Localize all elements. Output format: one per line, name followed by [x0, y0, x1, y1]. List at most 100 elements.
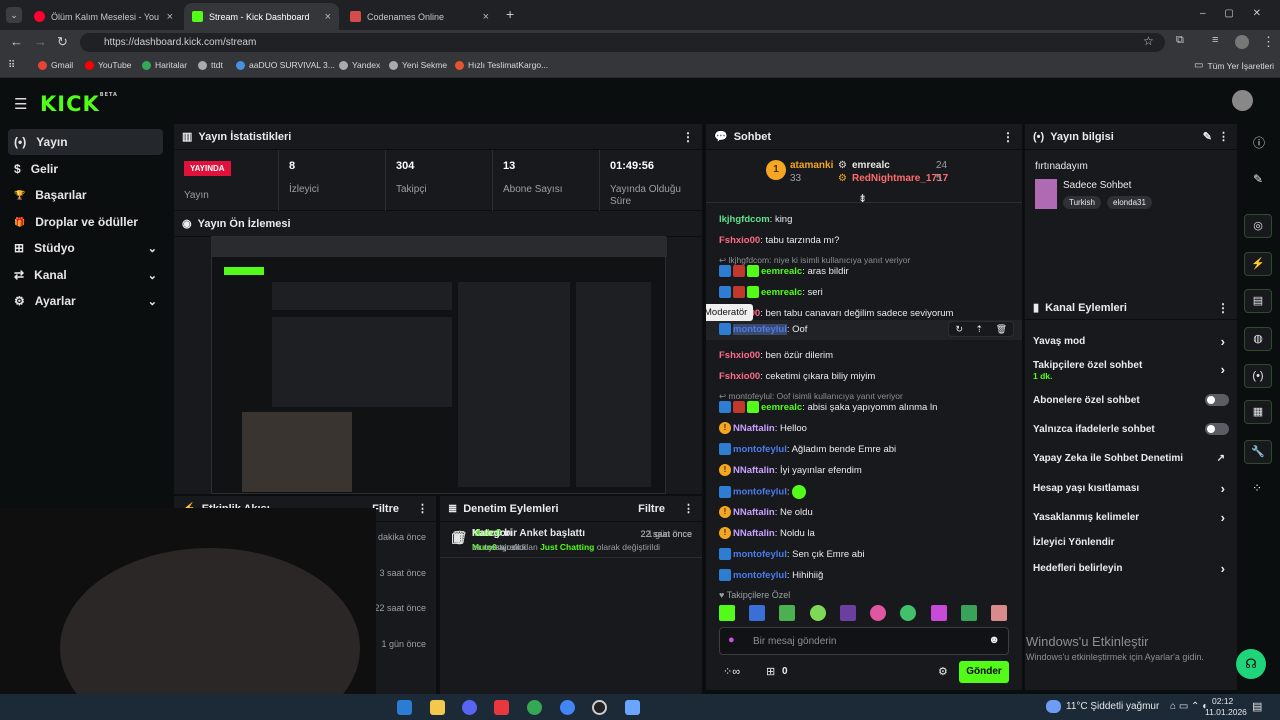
chat-username[interactable]: Fshxio00 [719, 235, 760, 246]
bookmark-newtab[interactable]: Yeni Sekme [389, 60, 447, 70]
chat-username[interactable]: Fshxio00 [719, 371, 760, 382]
hamburger-icon[interactable]: ☰ [14, 95, 27, 113]
tray-icons[interactable]: ⌂ ▭ ⌃ ◐ [1170, 701, 1208, 712]
sidebar-item-droplar[interactable]: 🎁 Droplar ve ödüller [8, 209, 163, 235]
emote-icon[interactable] [870, 605, 887, 621]
sidebar-item-kanal[interactable]: ⇄ Kanal ⌄ [8, 262, 163, 288]
all-bookmarks[interactable]: ▭ Tüm Yer İşaretleri [1194, 60, 1274, 71]
mod-badge-icon[interactable] [719, 323, 731, 336]
back-icon[interactable]: ← [10, 34, 23, 49]
bookmark-gmail[interactable]: Gmail [38, 60, 73, 70]
app-icon[interactable] [625, 700, 640, 715]
tab-search-button[interactable]: ⌄ [6, 7, 22, 23]
channel-row-emotes-only[interactable]: Yalnızca ifadelerle sohbet [1025, 415, 1237, 443]
bookmark-cargo[interactable]: Hızlı TeslimatKargo... [455, 60, 548, 70]
notification-icon[interactable]: ▤ [1252, 700, 1262, 713]
rail-button-bolt[interactable]: ⚡ [1244, 252, 1272, 276]
sidebar-item-studyo[interactable]: ⊞ Stüdyo ⌄ [8, 235, 163, 261]
emote-icon[interactable] [900, 605, 917, 621]
menu-icon[interactable]: ⋮ [1262, 34, 1275, 50]
reload-icon[interactable]: ↻ [57, 34, 68, 50]
weather-icon[interactable] [1046, 700, 1061, 713]
sidebar-item-yayin[interactable]: (•) Yayın [8, 129, 163, 155]
stream-preview-video[interactable] [211, 236, 667, 494]
tab-youtube[interactable]: Ölüm Kalım Meselesi - You × [26, 3, 181, 30]
chrome-icon[interactable] [560, 700, 575, 715]
send-button[interactable]: Gönder [959, 661, 1009, 683]
obs-icon[interactable] [592, 700, 607, 715]
chat-username[interactable]: NNaftalin [733, 423, 775, 434]
chat-username[interactable]: montofeylul [733, 570, 787, 581]
tab-codenames[interactable]: Codenames Online × [342, 3, 497, 30]
chat-input[interactable]: ● Bir mesaj gönderin ☻ [719, 627, 1009, 655]
sidebar-item-ayarlar[interactable]: ⚙ Ayarlar ⌄ [8, 288, 163, 314]
chat-username[interactable]: lkjhgfdcom [719, 214, 770, 225]
hovered-message[interactable]: montofeylul: Oof ↻ ⇡ 🗑 [706, 320, 1022, 340]
mail-icon[interactable] [397, 700, 412, 715]
kick-logo[interactable]: KICKBETA [40, 92, 118, 116]
discord-icon[interactable] [462, 700, 477, 715]
channel-row-banned-words[interactable]: Yasaklanmış kelimeler › [1025, 503, 1237, 531]
emote-icon[interactable] [990, 605, 1007, 621]
chat-username[interactable]: montofeylul [733, 324, 787, 335]
more-icon[interactable]: ⋮ [682, 130, 694, 144]
chat-username[interactable]: eemrealc [761, 266, 802, 277]
chat-username[interactable]: NNaftalin [733, 507, 775, 518]
more-icon[interactable]: ⋮ [417, 502, 428, 515]
chat-username[interactable]: NNaftalin [733, 465, 775, 476]
app-icon[interactable] [494, 700, 509, 715]
rail-button-tools[interactable]: 🔧 [1244, 440, 1272, 464]
rail-button-layout[interactable]: ▦ [1244, 400, 1272, 424]
channel-row-followers-only[interactable]: Takipçilere özel sohbet 1 dk. › [1025, 356, 1237, 386]
rail-button-doc[interactable]: ▤ [1244, 289, 1272, 313]
chat-username[interactable]: eemrealc [761, 287, 802, 298]
bookmark-maps[interactable]: Haritalar [142, 60, 187, 70]
chat-username[interactable]: NNaftalin [733, 528, 775, 539]
profile-avatar[interactable] [1235, 35, 1249, 49]
sidebar-item-gelir[interactable]: $ Gelir [8, 156, 163, 182]
apps-icon[interactable]: ⠿ [8, 60, 15, 71]
emote-icon[interactable] [960, 605, 977, 621]
rail-button-target[interactable]: ◎ [1244, 214, 1272, 238]
folder-icon[interactable] [430, 700, 445, 715]
tab-kick-dashboard[interactable]: Stream - Kick Dashboard × [184, 3, 339, 30]
emote-icon[interactable] [809, 605, 826, 621]
gift-icon[interactable]: ⊞ [766, 665, 775, 678]
emote-icon[interactable] [779, 605, 796, 621]
emote-icon[interactable] [749, 605, 766, 621]
close-icon[interactable]: × [167, 11, 173, 23]
chrome-icon[interactable] [527, 700, 542, 715]
edit-icon[interactable]: ✎ [1253, 172, 1263, 186]
support-button[interactable]: ☊ [1236, 649, 1266, 679]
chat-username[interactable]: montofeylul [733, 549, 787, 560]
bookmark-ttdt[interactable]: ttdt [198, 60, 223, 70]
subs-only-toggle[interactable] [1205, 394, 1229, 406]
close-icon[interactable]: × [483, 11, 489, 23]
star-icon[interactable]: ☆ [1143, 34, 1154, 48]
chat-username[interactable]: montofeylul [733, 444, 787, 455]
extensions-icon[interactable]: ⧉ [1176, 34, 1184, 47]
bookmark-yandex[interactable]: Yandex [339, 60, 380, 70]
emote-icon[interactable] [839, 605, 856, 621]
media-icon[interactable]: ≡ [1212, 34, 1218, 46]
bookmark-youtube[interactable]: YouTube [85, 60, 131, 70]
channel-row-ai-moderation[interactable]: Yapay Zeka ile Sohbet Denetimi ↗ [1025, 444, 1237, 472]
channel-row-subs-only[interactable]: Abonelere özel sohbet [1025, 386, 1237, 414]
more-icon[interactable]: ⋮ [1217, 301, 1229, 315]
filter-button[interactable]: Filtre [372, 503, 399, 515]
more-icon[interactable]: ⋮ [1218, 130, 1229, 143]
url-input[interactable]: https://dashboard.kick.com/stream [80, 33, 1165, 52]
sidebar-item-basarilar[interactable]: 🏆 Başarılar [8, 182, 163, 208]
weather-text[interactable]: 11°C Şiddetli yağmur [1066, 701, 1159, 712]
window-controls[interactable]: – ▢ ✕ [1200, 8, 1261, 19]
rail-button-chat[interactable]: ◍ [1244, 327, 1272, 351]
bookmark-aaduo[interactable]: aaDUO SURVIVAL 3... [236, 60, 335, 70]
channel-row-account-age[interactable]: Hesap yaşı kısıtlaması › [1025, 474, 1237, 502]
close-icon[interactable]: × [325, 11, 331, 23]
gear-icon[interactable]: ⚙ [938, 665, 948, 678]
emotes-only-toggle[interactable] [1205, 423, 1229, 435]
more-icon[interactable]: ⋮ [683, 502, 694, 515]
supporter-name[interactable]: RedNightmare_1717 [852, 171, 948, 186]
message-actions[interactable]: ↻ ⇡ 🗑 [948, 321, 1014, 337]
chat-username[interactable]: eemrealc [761, 402, 802, 413]
